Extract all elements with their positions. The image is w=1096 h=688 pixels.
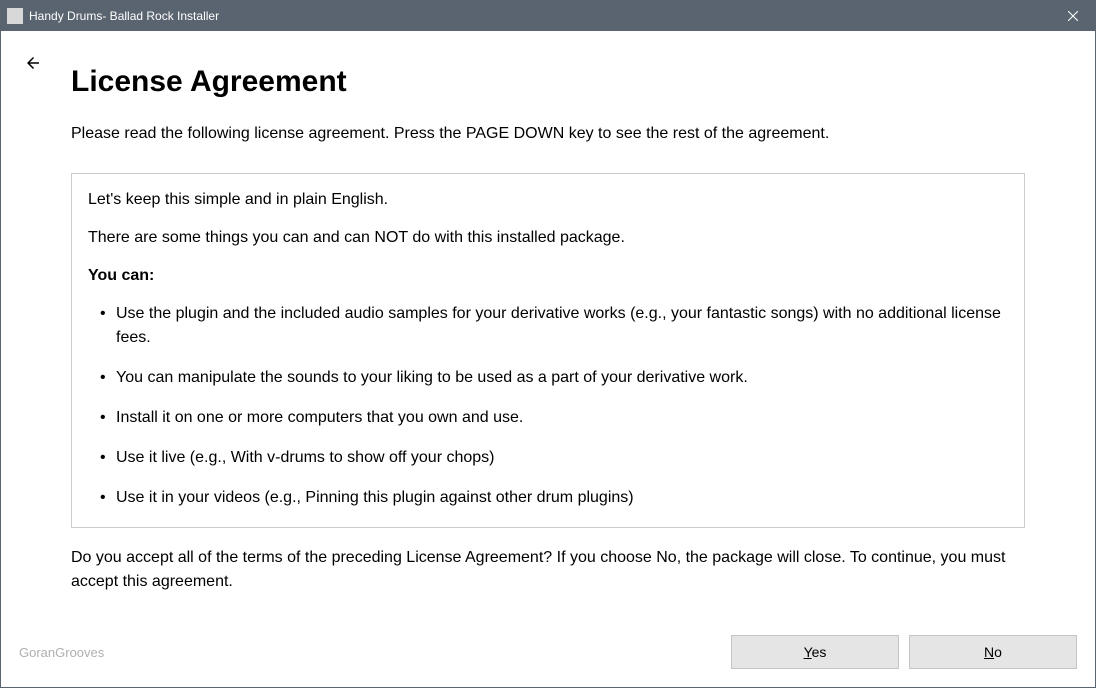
titlebar-right: [1050, 1, 1095, 31]
page-heading: License Agreement: [71, 65, 1025, 99]
app-icon: [7, 8, 23, 24]
back-arrow-icon: [24, 54, 42, 72]
license-can-item: Install it on one or more computers that…: [104, 406, 1008, 430]
license-can-list: Use the plugin and the included audio sa…: [88, 302, 1008, 510]
titlebar-left: Handy Drums- Ballad Rock Installer: [7, 8, 219, 24]
close-button[interactable]: [1050, 1, 1095, 31]
footer-buttons: Yes No: [731, 635, 1077, 669]
titlebar: Handy Drums- Ballad Rock Installer: [1, 1, 1095, 31]
instruction-text: Please read the following license agreem…: [71, 125, 1025, 143]
no-button[interactable]: No: [909, 635, 1077, 669]
license-text-box[interactable]: Let's keep this simple and in plain Engl…: [71, 173, 1025, 528]
license-intro-1: Let's keep this simple and in plain Engl…: [88, 188, 1008, 212]
license-can-heading: You can:: [88, 264, 1008, 288]
yes-button[interactable]: Yes: [731, 635, 899, 669]
back-button[interactable]: [21, 51, 45, 75]
content-area: License Agreement Please read the follow…: [1, 31, 1095, 687]
accept-question: Do you accept all of the terms of the pr…: [71, 546, 1025, 594]
license-can-item: You can manipulate the sounds to your li…: [104, 366, 1008, 390]
window-title: Handy Drums- Ballad Rock Installer: [29, 9, 219, 23]
close-icon: [1068, 11, 1078, 21]
license-intro-2: There are some things you can and can NO…: [88, 226, 1008, 250]
license-can-item: Use the plugin and the included audio sa…: [104, 302, 1008, 350]
footer: GoranGrooves Yes No: [19, 635, 1077, 669]
license-can-item: Use it live (e.g., With v-drums to show …: [104, 446, 1008, 470]
license-can-item: Use it in your videos (e.g., Pinning thi…: [104, 486, 1008, 510]
footer-brand: GoranGrooves: [19, 645, 104, 660]
